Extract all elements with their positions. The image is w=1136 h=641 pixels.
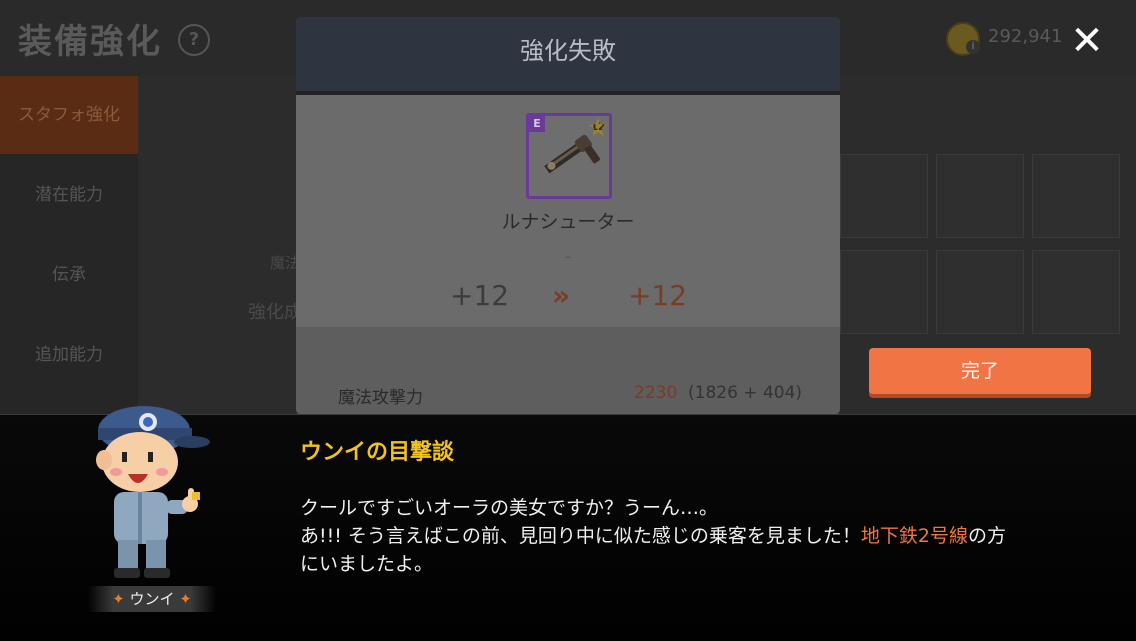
inventory-slot <box>1032 154 1120 238</box>
inventory-slot <box>1032 250 1120 334</box>
inventory-slot <box>840 154 928 238</box>
maple-leaf-icon: ✦ <box>112 590 125 608</box>
dialogue-title: ウンイの目撃談 <box>300 440 455 465</box>
dialogue-line-3: にいましたよ。 <box>300 553 434 575</box>
stat-value: 2230 <box>634 383 678 403</box>
item-name: ルナシューター <box>501 211 635 233</box>
sidebar: スタフォ強化 潜在能力 伝承 追加能力 <box>0 76 138 416</box>
dialogue-text: あ!!! そう言えばこの前、見回り中に似た感じの乗客を見ました！ <box>300 525 861 547</box>
dialogue-highlight: 地下鉄2号線 <box>860 525 968 547</box>
stat-label: 魔法攻撃力 <box>338 388 423 408</box>
double-arrow-icon: » <box>552 279 570 312</box>
result-modal: 強化失敗 E 12 ルナシューター - +12 » +12 魔法攻撃力 2230… <box>296 17 840 415</box>
inventory-slot <box>936 250 1024 334</box>
gun-icon <box>544 134 600 174</box>
sidebar-item-starforce[interactable]: スタフォ強化 <box>0 76 138 154</box>
info-icon[interactable]: i <box>966 40 980 54</box>
item-slot[interactable]: E 12 <box>526 113 612 199</box>
faint-label: 強化成 <box>248 302 302 323</box>
sidebar-item-inheritance[interactable]: 伝承 <box>0 236 138 314</box>
inventory-slot <box>840 250 928 334</box>
close-icon[interactable]: ✕ <box>1062 16 1112 66</box>
dialogue-line-1: クールですごいオーラの美女ですか？うーん…。 <box>300 497 719 519</box>
sidebar-item-additional[interactable]: 追加能力 <box>0 316 138 394</box>
dialogue-text: の方 <box>968 525 1007 547</box>
help-icon[interactable]: ? <box>178 24 210 56</box>
page-title: 装備強化 <box>18 22 162 62</box>
npc-name: ウンイ <box>129 590 175 608</box>
done-button[interactable]: 完了 <box>869 348 1091 394</box>
star-after: +12 <box>628 279 688 312</box>
inventory-slot <box>936 154 1024 238</box>
npc-nameplate: ✦ ウンイ ✦ <box>88 586 216 612</box>
maple-leaf-icon: ✦ <box>179 590 192 608</box>
item-subtitle: - <box>565 247 571 266</box>
dialogue-line-2: あ!!! そう言えばこの前、見回り中に似た感じの乗客を見ました！地下鉄2号線の方 <box>300 522 1100 550</box>
sidebar-item-potential[interactable]: 潜在能力 <box>0 156 138 234</box>
star-before: +12 <box>450 279 510 312</box>
stat-detail: (1826 + 404) <box>688 383 803 403</box>
npc-portrait <box>96 406 210 578</box>
modal-title: 強化失敗 <box>296 17 840 91</box>
currency-amount: 292,941 <box>988 26 1063 47</box>
